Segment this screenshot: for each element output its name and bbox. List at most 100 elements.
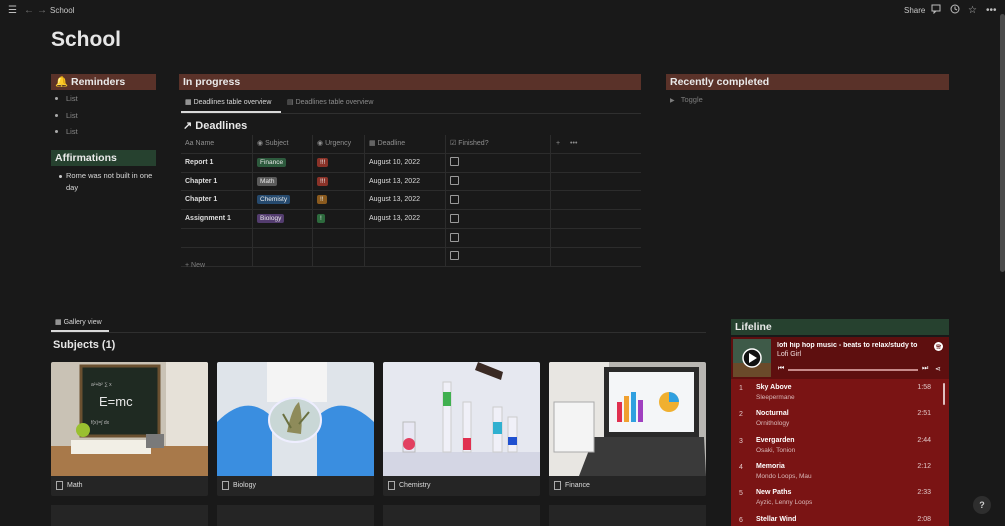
page-icon [388,480,395,490]
col-header-name[interactable]: Aa Name [181,135,253,153]
tab-deadlines-overview-2[interactable]: ▤ Deadlines table overview [287,98,373,108]
table-body: Report 1 Finance!!! August 10, 2022 Chapter… [181,153,641,267]
cell-name[interactable] [181,228,253,247]
progress-track[interactable] [788,369,918,371]
new-row-button[interactable]: + New [185,262,205,269]
track-row[interactable]: 6 Stellar Wind 2:08 [731,512,949,526]
table-row[interactable]: Chapter 1 Chemisty!! August 13, 2022 [181,191,641,211]
gallery-card[interactable] [51,505,208,526]
track-row[interactable]: 2 Nocturnal Ornithology 2:51 [731,406,949,432]
tab-deadlines-overview-1[interactable]: ▦ Deadlines table overview [185,98,271,108]
gallery-title[interactable]: Subjects (1) [53,339,115,351]
col-header-subject[interactable]: ◉ Subject [253,135,313,153]
gallery-card-math[interactable]: E=mc a²+b² ∑ x f(x)=∫ dx Math [51,362,208,496]
star-icon[interactable]: ☆ [968,4,977,18]
track-list-scrollbar[interactable] [943,383,945,405]
clock-icon[interactable] [950,4,960,19]
toggle-triangle-icon[interactable]: ▶ [670,98,675,104]
menu-icon[interactable]: ☰ [8,4,17,18]
cell-subject[interactable] [253,247,313,266]
finished-checkbox[interactable] [450,213,459,223]
cell-finished[interactable] [446,247,551,266]
cell-subject[interactable]: Biology [253,210,313,228]
finished-checkbox[interactable] [450,232,459,242]
toggle-block[interactable]: ▶ Toggle [670,95,703,104]
track-row[interactable]: 3 Evergarden Osaki, Tonion 2:44 [731,433,949,459]
more-options-icon[interactable]: ••• [570,140,577,147]
table-row[interactable]: Chapter 1 Math!!! August 13, 2022 [181,172,641,192]
track-row[interactable]: 1 Sky Above Sleepermane 1:58 [731,380,949,406]
gallery-card[interactable] [549,505,706,526]
cell-urgency[interactable]: ! [313,210,365,228]
database-title[interactable]: ↗ Deadlines [183,119,247,132]
track-artist: Osaki, Tonion [756,446,796,454]
cell-name[interactable]: Report 1 [181,153,253,172]
table-row[interactable]: Report 1 Finance!!! August 10, 2022 [181,153,641,173]
forward-arrow-icon[interactable]: → [37,4,47,18]
comment-icon[interactable] [931,4,941,19]
table-row[interactable] [181,228,641,248]
col-header-deadline[interactable]: ▦ Deadline [365,135,446,153]
list-item[interactable]: List [51,124,156,141]
cell-finished[interactable] [446,191,551,210]
finished-checkbox[interactable] [450,176,459,186]
cell-urgency[interactable]: !! [313,191,365,210]
list-item[interactable]: List [51,91,156,108]
page-scrollbar[interactable] [1000,14,1005,272]
cell-finished[interactable] [446,228,551,247]
cell-deadline[interactable]: August 13, 2022 [365,172,446,191]
cell-finished[interactable] [446,172,551,191]
cell-urgency[interactable] [313,247,365,266]
more-icon[interactable]: ••• [986,4,997,18]
cell-deadline[interactable]: August 13, 2022 [365,210,446,228]
previous-track-icon[interactable]: ⏮ [778,365,784,373]
tab-gallery-view[interactable]: ▦ Gallery view [55,318,102,326]
cell-deadline[interactable]: August 10, 2022 [365,153,446,172]
help-button[interactable]: ? [973,496,991,514]
share-button[interactable]: Share [904,4,925,18]
back-arrow-icon[interactable]: ← [24,4,34,18]
track-row[interactable]: 5 New Paths Ayzic, Lenny Loops 2:33 [731,485,949,511]
cell-subject[interactable]: Chemisty [253,191,313,210]
affirmation-item[interactable]: Rome was not built in one day [55,170,155,194]
add-column-icon[interactable]: + [556,140,560,147]
urgency-tag: !!! [317,157,329,167]
track-row[interactable]: 4 Memoria Mondo Loops, Mau 2:12 [731,459,949,485]
col-header-finished[interactable]: ☑ Finished? [446,135,551,153]
cell-finished[interactable] [446,210,551,228]
cell-subject[interactable] [253,228,313,247]
list-item[interactable]: List [51,108,156,125]
share-icon[interactable]: ⋖ [935,365,941,373]
cell-name[interactable]: Assignment 1 [181,210,253,228]
col-header-urgency[interactable]: ◉ Urgency [313,135,365,153]
cell-urgency[interactable]: !!! [313,153,365,172]
link-arrow-icon: ↗ [183,120,193,132]
gallery-card-chemistry[interactable]: Chemistry [383,362,540,496]
gallery-card[interactable] [383,505,540,526]
spotify-embed[interactable]: lofi hip hop music - beats to relax/stud… [731,337,949,526]
cell-deadline[interactable] [365,247,446,266]
gallery-card-finance[interactable]: Finance [549,362,706,496]
cell-urgency[interactable]: !!! [313,172,365,191]
cell-urgency[interactable] [313,228,365,247]
table-row[interactable] [181,247,641,267]
gallery-card-biology[interactable]: Biology [217,362,374,496]
track-title: Nocturnal [756,410,789,418]
cell-deadline[interactable] [365,228,446,247]
finished-checkbox[interactable] [450,157,459,167]
cell-subject[interactable]: Math [253,172,313,191]
cell-deadline[interactable]: August 13, 2022 [365,191,446,210]
table-row[interactable]: Assignment 1 Biology! August 13, 2022 [181,210,641,229]
next-track-icon[interactable]: ⏭ [922,365,928,373]
finished-checkbox[interactable] [450,251,459,261]
playlist-title[interactable]: lofi hip hop music - beats to relax/stud… [777,342,927,349]
playlist-owner[interactable]: Lofi Girl [777,351,801,358]
cell-subject[interactable]: Finance [253,153,313,172]
breadcrumb[interactable]: School [50,4,74,18]
cell-name[interactable]: Chapter 1 [181,191,253,210]
gallery-card[interactable] [217,505,374,526]
spotify-logo-icon[interactable] [934,342,943,351]
cell-finished[interactable] [446,153,551,172]
finished-checkbox[interactable] [450,195,459,205]
cell-name[interactable]: Chapter 1 [181,172,253,191]
